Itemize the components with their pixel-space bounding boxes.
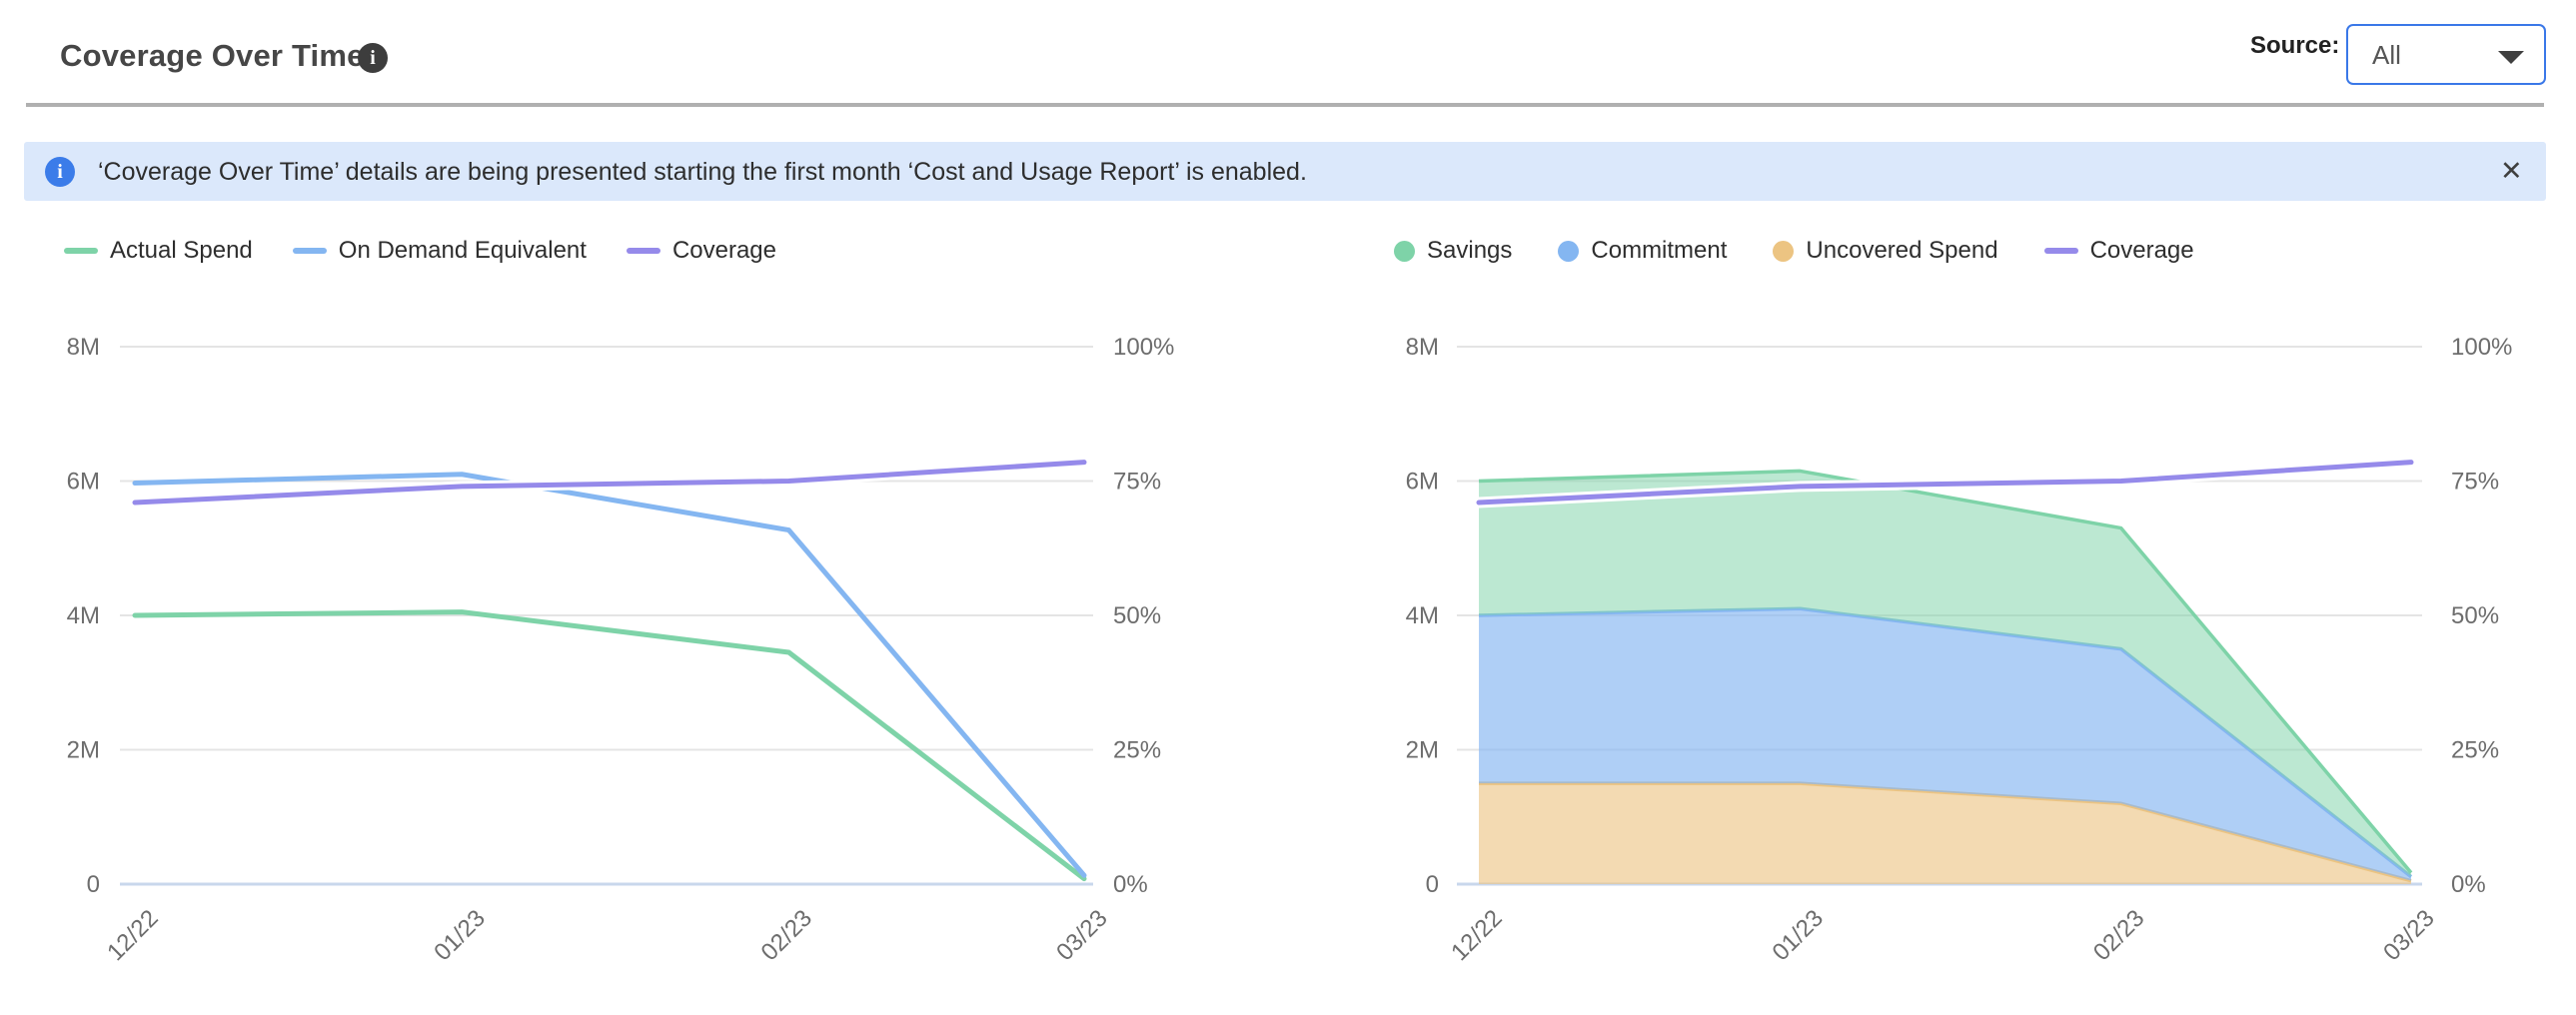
x-axis-tick-label: 01/23 <box>1767 905 1829 967</box>
x-axis-tick-label: 03/23 <box>2378 905 2440 967</box>
y-axis-right-tick-label: 50% <box>2451 602 2499 629</box>
y-axis-right-tick-label: 0% <box>1113 871 1148 898</box>
y-axis-left-tick-label: 6M <box>1406 469 1439 496</box>
y-axis-right-tick-label: 25% <box>2451 737 2499 764</box>
x-axis-tick-label: 02/23 <box>2088 905 2150 967</box>
y-axis-right-tick-label: 75% <box>2451 469 2499 496</box>
x-axis-tick-label: 02/23 <box>756 905 818 967</box>
y-axis-right-tick-label: 75% <box>1113 469 1161 496</box>
y-axis-left-tick-label: 8M <box>1406 334 1439 361</box>
line-on-demand-equivalent[interactable] <box>135 475 1084 875</box>
y-axis-left-tick-label: 0 <box>87 871 100 898</box>
y-axis-left-tick-label: 2M <box>67 737 100 764</box>
x-axis-tick-label: 12/22 <box>102 905 164 967</box>
y-axis-left-tick-label: 4M <box>1406 602 1439 629</box>
y-axis-left-tick-label: 8M <box>67 334 100 361</box>
y-axis-left-tick-label: 2M <box>1406 737 1439 764</box>
y-axis-left-tick-label: 4M <box>67 602 100 629</box>
y-axis-right-tick-label: 50% <box>1113 602 1161 629</box>
x-axis-tick-label: 03/23 <box>1051 905 1113 967</box>
y-axis-right-tick-label: 0% <box>2451 871 2486 898</box>
x-axis-tick-label: 12/22 <box>1446 905 1508 967</box>
y-axis-left-tick-label: 0 <box>1426 871 1439 898</box>
y-axis-right-tick-label: 25% <box>1113 737 1161 764</box>
y-axis-right-tick-label: 100% <box>2451 334 2512 361</box>
y-axis-right-tick-label: 100% <box>1113 334 1174 361</box>
x-axis-tick-label: 01/23 <box>429 905 491 967</box>
y-axis-left-tick-label: 6M <box>67 469 100 496</box>
line-actual-spend[interactable] <box>135 612 1084 879</box>
coverage-charts[interactable]: 8M 100% 6M 75% 4M 50% 2M 25% 0 0% 12/22 01/23 02/23 0… <box>0 0 2576 1015</box>
